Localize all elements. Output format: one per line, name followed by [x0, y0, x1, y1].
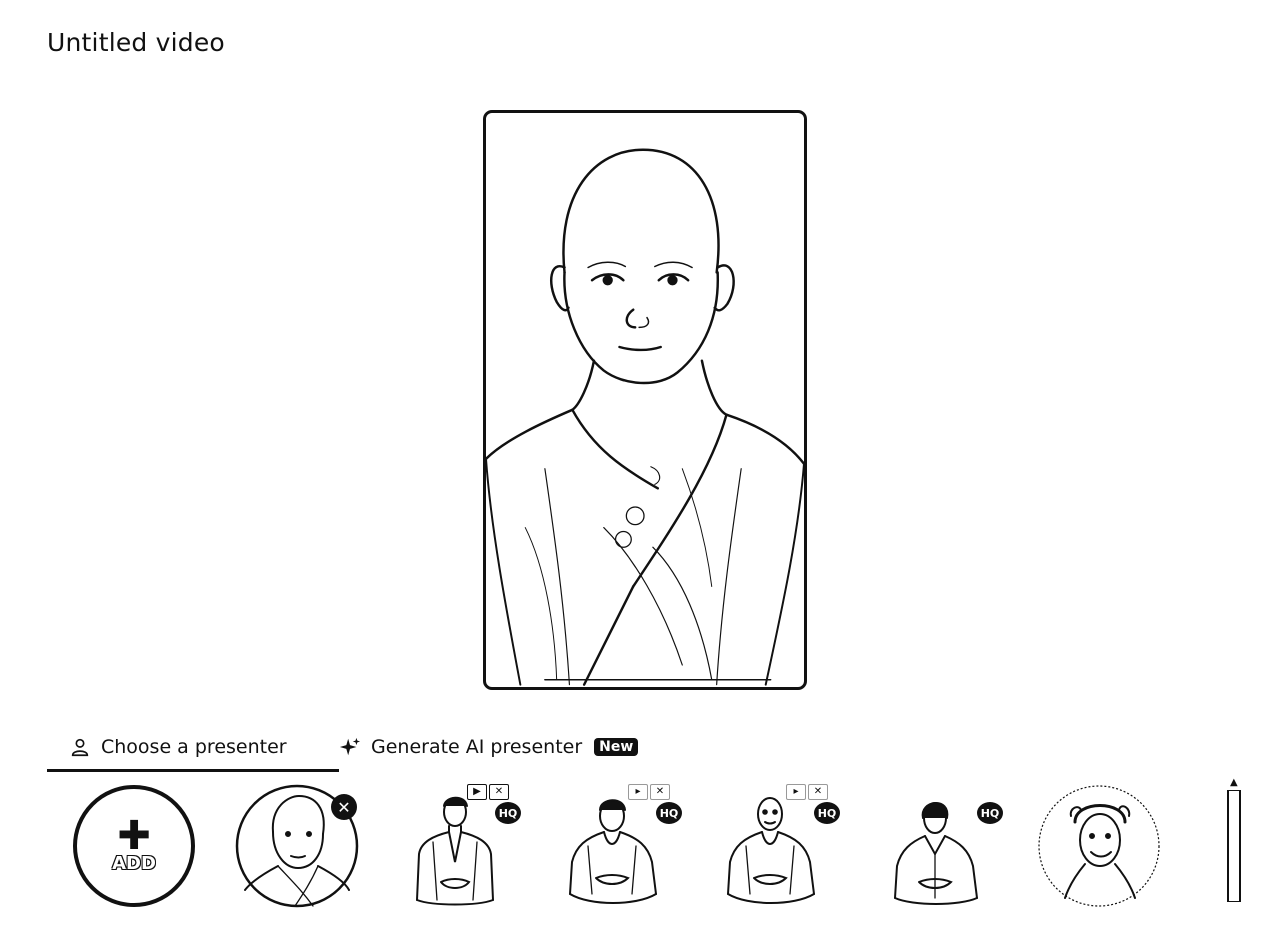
close-icon[interactable]: ✕	[650, 784, 670, 800]
plus-icon: ✚	[117, 812, 151, 859]
page-title[interactable]: Untitled video	[47, 28, 225, 57]
tab-generate-presenter[interactable]: Generate AI presenter New	[339, 725, 639, 769]
play-icon[interactable]: ▶	[467, 784, 487, 800]
scroll-track[interactable]	[1227, 790, 1241, 902]
tab-choose-label: Choose a presenter	[101, 736, 287, 758]
play-icon[interactable]: ▸	[628, 784, 648, 800]
presenter-tools: ▸ ✕	[786, 784, 828, 800]
presenter-avatar	[1038, 785, 1160, 907]
preview-image	[486, 148, 804, 686]
presenter-tools: ▶ ✕	[467, 784, 509, 800]
new-badge: New	[594, 738, 639, 756]
sparkle-icon	[339, 737, 361, 756]
hq-badge: HQ	[977, 802, 1003, 824]
remove-icon[interactable]: ✕	[331, 794, 357, 820]
presenter-item-woman-blouse[interactable]: HQ	[873, 782, 1003, 910]
presenter-tabs: Choose a presenter Generate AI presenter…	[47, 725, 687, 772]
tab-generate-label: Generate AI presenter	[371, 736, 583, 758]
add-label: ADD	[112, 852, 157, 874]
play-icon[interactable]: ▸	[786, 784, 806, 800]
scroll-up-icon[interactable]: ▲	[1230, 778, 1238, 788]
presenter-scrollbar[interactable]: ▲	[1225, 778, 1245, 906]
presenter-item-woman-curly[interactable]	[1035, 782, 1163, 910]
tab-choose-presenter[interactable]: Choose a presenter	[47, 725, 339, 772]
presenter-avatar	[894, 802, 978, 905]
close-icon[interactable]: ✕	[808, 784, 828, 800]
presenter-item-man-suit-1[interactable]: ▶ ✕ HQ	[393, 782, 521, 910]
presenter-avatar	[727, 797, 815, 904]
close-icon[interactable]: ✕	[489, 784, 509, 800]
hq-badge: HQ	[814, 802, 840, 824]
add-presenter-button[interactable]: ✚ ADD	[73, 785, 195, 907]
presenter-avatar	[416, 796, 494, 906]
presenter-tools: ▸ ✕	[628, 784, 670, 800]
person-icon	[71, 738, 89, 757]
presenter-item-man-suit-2[interactable]: ▸ ✕ HQ	[550, 782, 682, 910]
presenter-avatar	[569, 799, 657, 904]
presenter-item-monk-child[interactable]: ✕	[233, 782, 361, 910]
presenter-item-man-suit-3[interactable]: ▸ ✕ HQ	[708, 782, 840, 910]
presenter-preview	[483, 110, 807, 690]
hq-badge: HQ	[656, 802, 682, 824]
presenter-strip: ✚ ADD ✕ ▶ ✕ HQ ▸ ✕ HQ ▸ ✕ HQ HQ ▲	[0, 778, 1280, 918]
hq-badge: HQ	[495, 802, 521, 824]
